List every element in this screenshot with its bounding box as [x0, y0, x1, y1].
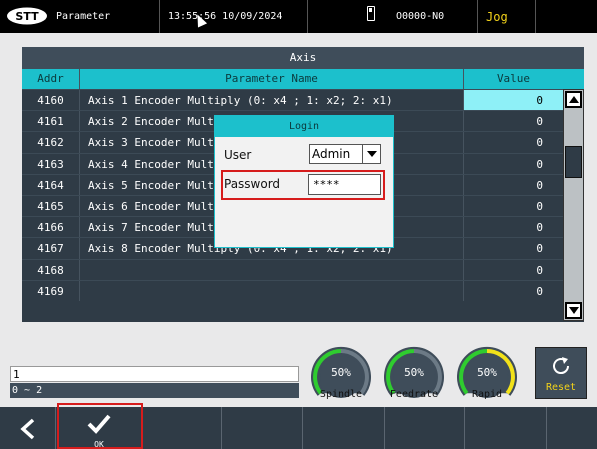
screen-title-label: Parameter — [56, 11, 111, 22]
user-select[interactable]: Admin — [309, 144, 381, 164]
status-bar: STT Parameter 13:55:56 10/09/2024 O0000-… — [0, 0, 597, 33]
scroll-down-icon[interactable] — [565, 302, 582, 319]
mode-label: Jog — [486, 9, 508, 24]
rapid-percent: 50% — [477, 366, 497, 379]
reset-button[interactable]: Reset — [535, 347, 587, 399]
row-value-selected[interactable]: 0 — [464, 90, 563, 111]
row-name: Axis 1 Encoder Multiply (0: x4 ; 1: x2; … — [80, 90, 464, 111]
table-row[interactable]: 4168 0 — [22, 258, 584, 280]
softkey-empty[interactable] — [222, 407, 303, 449]
feedrate-percent: 50% — [404, 366, 424, 379]
row-name — [80, 280, 464, 301]
refresh-icon — [553, 357, 570, 375]
row-addr: 4166 — [22, 217, 80, 238]
table-header: Addr Parameter Name Value — [22, 69, 584, 89]
rapid-label: Rapid — [471, 389, 503, 400]
row-value[interactable]: 0 — [464, 281, 563, 301]
row-addr: 4162 — [22, 132, 80, 153]
row-addr: 4165 — [22, 195, 80, 217]
row-value[interactable]: 0 — [464, 111, 563, 131]
chevron-left-icon — [20, 418, 35, 440]
row-value[interactable]: 0 — [464, 154, 563, 174]
clock: 13:55:56 10/09/2024 — [160, 0, 308, 33]
row-addr: 4160 — [22, 90, 80, 111]
row-addr: 4164 — [22, 174, 80, 195]
table-row[interactable]: 4169 0 — [22, 279, 584, 301]
back-button[interactable] — [0, 407, 56, 449]
password-label: Password — [224, 177, 281, 191]
feedrate-label: Feedrate — [389, 389, 439, 400]
table-scrollbar[interactable] — [563, 89, 584, 321]
clock-label: 13:55:56 10/09/2024 — [168, 11, 283, 22]
row-value[interactable]: 0 — [464, 196, 563, 216]
row-value[interactable]: 0 — [464, 260, 563, 280]
chevron-down-icon[interactable] — [362, 145, 380, 163]
brand-logo: STT — [7, 7, 47, 25]
spindle-label: Spindle — [319, 389, 363, 400]
row-addr: 4161 — [22, 111, 80, 132]
row-addr: 4167 — [22, 238, 80, 259]
softkey-empty[interactable] — [385, 407, 465, 449]
table-filler — [22, 300, 584, 322]
ok-highlight-box — [57, 403, 143, 449]
header-value: Value — [496, 72, 531, 85]
reset-label: Reset — [545, 382, 577, 393]
softkey-empty[interactable] — [547, 407, 597, 449]
usb-icon — [367, 6, 375, 21]
screen-title: Parameter — [48, 0, 160, 33]
password-field[interactable]: **** — [308, 174, 381, 195]
spindle-percent: 50% — [331, 366, 351, 379]
program-number: O0000-N0 — [388, 0, 478, 33]
header-addr: Addr — [22, 69, 80, 89]
row-addr: 4168 — [22, 259, 80, 280]
scroll-thumb[interactable] — [565, 146, 582, 178]
row-addr: 4163 — [22, 153, 80, 174]
row-addr: 4169 — [22, 280, 80, 301]
table-row[interactable]: 4160 Axis 1 Encoder Multiply (0: x4 ; 1:… — [22, 89, 584, 111]
program-number-label: O0000-N0 — [396, 11, 445, 22]
softkey-empty[interactable] — [303, 407, 385, 449]
table-title: Axis — [22, 47, 584, 69]
row-value[interactable]: 0 — [464, 238, 563, 258]
scroll-up-icon[interactable] — [565, 91, 582, 108]
softkey-empty[interactable] — [465, 407, 547, 449]
row-value[interactable]: 0 — [464, 175, 563, 195]
login-dialog-title: Login — [215, 116, 393, 137]
user-select-value: Admin — [312, 147, 351, 161]
mode-indicator: Jog — [478, 0, 536, 33]
row-value[interactable]: 0 — [464, 132, 563, 152]
svg-text:STT: STT — [15, 10, 39, 23]
header-parameter-name: Parameter Name — [80, 69, 464, 89]
login-dialog: Login User Admin Password **** — [214, 115, 394, 248]
value-range: 0 ~ 2 — [10, 383, 299, 398]
row-name — [80, 259, 464, 280]
user-label: User — [224, 148, 252, 162]
softkey-empty[interactable] — [142, 407, 222, 449]
row-value[interactable]: 0 — [464, 217, 563, 237]
value-input[interactable]: 1 — [10, 366, 299, 382]
